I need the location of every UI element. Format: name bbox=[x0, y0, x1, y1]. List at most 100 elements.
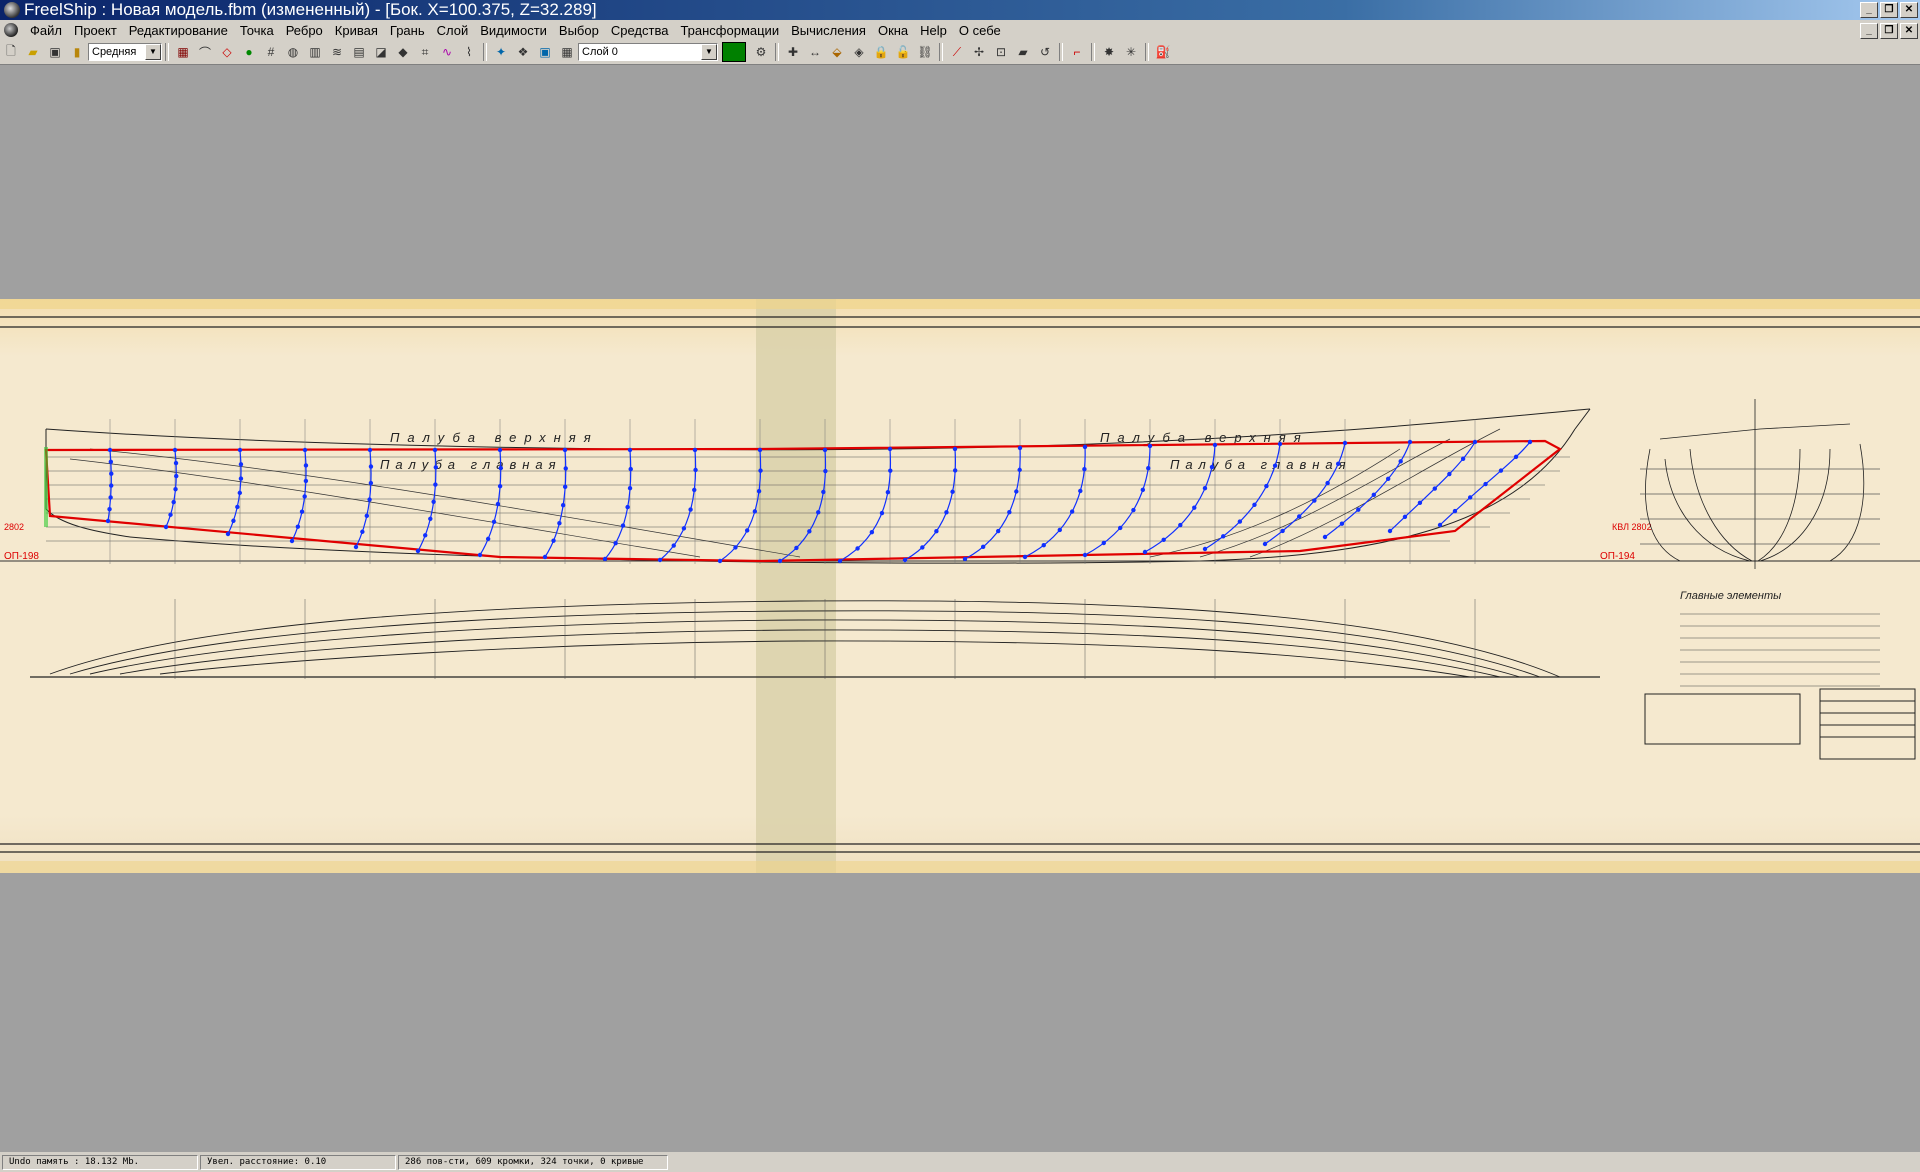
mdi-close-button[interactable]: ✕ bbox=[1900, 23, 1918, 39]
control-point[interactable] bbox=[1417, 500, 1423, 505]
control-point[interactable] bbox=[628, 466, 633, 472]
control-point[interactable] bbox=[1467, 495, 1473, 500]
control-point[interactable] bbox=[353, 544, 359, 550]
menu-about[interactable]: О себе bbox=[953, 23, 1007, 38]
control-point[interactable] bbox=[1339, 521, 1345, 526]
control-point[interactable] bbox=[1101, 540, 1106, 546]
control-point[interactable] bbox=[1296, 514, 1302, 519]
control-point[interactable] bbox=[1398, 459, 1403, 464]
control-point[interactable] bbox=[1322, 534, 1328, 540]
control-point[interactable] bbox=[237, 490, 243, 496]
control-point[interactable] bbox=[238, 462, 244, 467]
control-point[interactable] bbox=[109, 471, 114, 476]
control-point[interactable] bbox=[980, 544, 986, 550]
document-icon[interactable] bbox=[4, 23, 18, 37]
viewport-side[interactable]: Палуба верхняя Палуба верхняя Палуба гла… bbox=[0, 65, 1920, 1150]
control-point[interactable] bbox=[368, 480, 374, 486]
grid-icon[interactable]: # bbox=[261, 42, 281, 62]
control-point[interactable] bbox=[238, 476, 244, 481]
control-point[interactable] bbox=[1192, 505, 1197, 510]
edge-collapse-icon[interactable]: ⊡ bbox=[991, 42, 1011, 62]
shade-icon[interactable]: ● bbox=[239, 42, 259, 62]
control-point[interactable] bbox=[1209, 464, 1215, 470]
control-point[interactable] bbox=[1146, 466, 1151, 471]
menu-help[interactable]: Help bbox=[914, 23, 953, 38]
control-point[interactable] bbox=[879, 510, 885, 516]
mdi-minimize-button[interactable]: _ bbox=[1860, 23, 1878, 39]
control-point[interactable] bbox=[109, 483, 114, 488]
control-point[interactable] bbox=[887, 446, 893, 452]
control-point[interactable] bbox=[821, 489, 826, 495]
hydrostatics-icon[interactable]: ◆ bbox=[393, 42, 413, 62]
menu-point[interactable]: Точка bbox=[234, 23, 280, 38]
control-point[interactable] bbox=[758, 468, 763, 473]
control-point[interactable] bbox=[794, 545, 799, 551]
control-point[interactable] bbox=[692, 447, 698, 453]
control-point[interactable] bbox=[303, 463, 309, 468]
flowlines-icon[interactable]: ⌗ bbox=[415, 42, 435, 62]
control-point[interactable] bbox=[491, 519, 497, 524]
control-point[interactable] bbox=[693, 467, 698, 473]
control-point[interactable] bbox=[1221, 534, 1226, 539]
control-point[interactable] bbox=[1147, 443, 1153, 449]
control-point[interactable] bbox=[1498, 468, 1504, 473]
control-point[interactable] bbox=[602, 556, 608, 562]
control-point[interactable] bbox=[235, 504, 240, 510]
control-point[interactable] bbox=[1432, 486, 1438, 491]
control-point[interactable] bbox=[1252, 502, 1257, 508]
control-point[interactable] bbox=[105, 518, 111, 524]
control-point[interactable] bbox=[1014, 489, 1019, 494]
control-point[interactable] bbox=[415, 548, 421, 554]
control-point[interactable] bbox=[433, 465, 439, 470]
control-point[interactable] bbox=[168, 512, 173, 517]
face-flip-icon[interactable]: ↺ bbox=[1035, 42, 1055, 62]
menu-calculations[interactable]: Вычисления bbox=[785, 23, 872, 38]
edge-split-icon[interactable]: ✢ bbox=[969, 42, 989, 62]
control-point[interactable] bbox=[171, 499, 176, 505]
control-point[interactable] bbox=[1342, 440, 1348, 446]
control-point[interactable] bbox=[1452, 508, 1458, 514]
menu-layer[interactable]: Слой bbox=[431, 23, 475, 38]
control-point[interactable] bbox=[837, 558, 843, 564]
menu-edit[interactable]: Редактирование bbox=[123, 23, 234, 38]
control-point[interactable] bbox=[360, 529, 365, 534]
menu-face[interactable]: Грань bbox=[384, 23, 431, 38]
control-point[interactable] bbox=[367, 447, 373, 453]
control-point[interactable] bbox=[428, 516, 433, 521]
menu-tools[interactable]: Средства bbox=[605, 23, 675, 38]
control-point[interactable] bbox=[934, 529, 939, 534]
control-point[interactable] bbox=[1385, 476, 1391, 482]
control-point[interactable] bbox=[816, 510, 821, 515]
control-point[interactable] bbox=[172, 447, 178, 453]
control-point[interactable] bbox=[1041, 542, 1046, 548]
control-point[interactable] bbox=[1069, 509, 1075, 514]
control-point[interactable] bbox=[495, 501, 501, 507]
control-point[interactable] bbox=[1017, 467, 1022, 473]
control-point[interactable] bbox=[952, 468, 958, 473]
control-point[interactable] bbox=[1212, 442, 1218, 448]
control-point[interactable] bbox=[757, 447, 763, 453]
control-point[interactable] bbox=[485, 536, 491, 542]
control-point[interactable] bbox=[302, 447, 308, 453]
curve-new-icon[interactable]: ⌐ bbox=[1067, 42, 1087, 62]
control-point[interactable] bbox=[620, 523, 626, 528]
control-point[interactable] bbox=[1202, 485, 1208, 491]
edge-connect-icon[interactable]: ↔ bbox=[805, 42, 825, 62]
control-point[interactable] bbox=[303, 478, 309, 484]
new-file-icon[interactable]: 🗋 bbox=[1, 42, 21, 62]
stations-icon[interactable]: ▥ bbox=[305, 42, 325, 62]
unlock-all-icon[interactable]: ⛓ bbox=[915, 42, 935, 62]
control-point[interactable] bbox=[432, 447, 438, 453]
control-point[interactable] bbox=[855, 546, 860, 551]
control-point[interactable] bbox=[225, 531, 231, 537]
control-point[interactable] bbox=[717, 558, 723, 564]
control-point[interactable] bbox=[1483, 481, 1488, 487]
control-point[interactable] bbox=[551, 538, 556, 543]
control-point[interactable] bbox=[756, 488, 762, 494]
control-point[interactable] bbox=[1161, 537, 1166, 543]
control-point[interactable] bbox=[1312, 498, 1317, 503]
control-point[interactable] bbox=[295, 524, 301, 529]
control-point[interactable] bbox=[1460, 456, 1466, 461]
menu-curve[interactable]: Кривая bbox=[329, 23, 384, 38]
control-point[interactable] bbox=[692, 487, 697, 493]
